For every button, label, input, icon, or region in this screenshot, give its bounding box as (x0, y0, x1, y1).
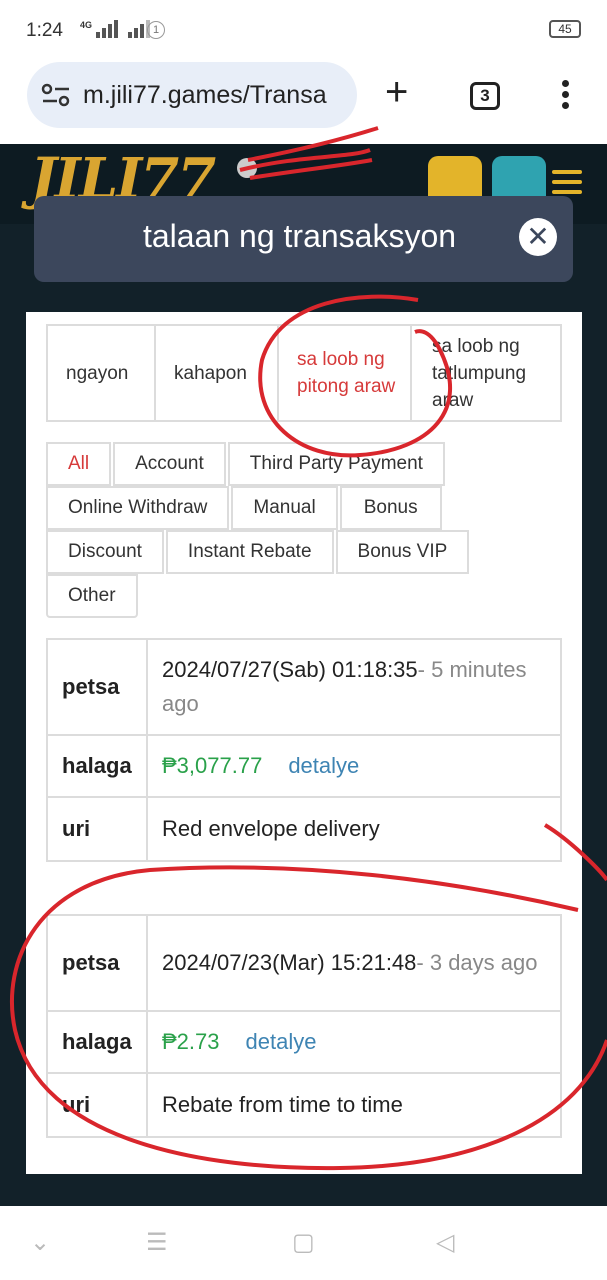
date-label: petsa (48, 640, 148, 734)
transaction-record: petsa 2024/07/23(Mar) 15:21:48- 3 days a… (46, 914, 562, 1138)
amount-label: halaga (48, 736, 148, 796)
detail-link[interactable]: detalye (288, 749, 359, 783)
clock: 1:24 (26, 20, 63, 41)
modal-title: talaan ng transaksyon (142, 218, 457, 254)
relative-time: - 3 days ago (416, 950, 538, 975)
type-label: uri (48, 798, 148, 860)
filter-third-party-payment[interactable]: Third Party Payment (227, 442, 445, 486)
status-bar: 1:24 4G 1 45 (0, 0, 607, 62)
recents-icon[interactable]: ☰ (146, 1228, 168, 1257)
tab-today[interactable]: ngayon (48, 326, 156, 420)
back-icon[interactable]: ◁ (436, 1228, 454, 1257)
filter-bonus[interactable]: Bonus (339, 486, 442, 530)
tab-seven-days[interactable]: sa loob ng pitong araw (279, 326, 412, 420)
filter-instant-rebate[interactable]: Instant Rebate (165, 530, 334, 574)
new-tab-icon[interactable]: + (385, 72, 408, 112)
amount-label: halaga (48, 1012, 148, 1072)
user-icon (237, 158, 257, 178)
close-button[interactable]: ✕ (519, 218, 557, 256)
menu-icon[interactable] (562, 80, 570, 113)
tab-switcher-button[interactable]: 3 (470, 82, 500, 110)
filter-online-withdraw[interactable]: Online Withdraw (46, 486, 230, 530)
address-bar[interactable]: m.jili77.games/Transa (27, 62, 357, 128)
amount-value: ₱2.73 (162, 1029, 220, 1054)
url-text: m.jili77.games/Transa (83, 80, 327, 109)
filter-all[interactable]: All (46, 442, 112, 486)
signal-icon: 4G (80, 20, 151, 38)
battery-icon: 45 (549, 20, 581, 38)
date-range-tabs: ngayon kahapon sa loob ng pitong araw sa… (46, 324, 562, 422)
filter-bonus-vip[interactable]: Bonus VIP (335, 530, 470, 574)
type-label: uri (48, 1074, 148, 1136)
type-value: Red envelope delivery (162, 816, 380, 841)
filter-other[interactable]: Other (46, 574, 138, 618)
notification-count: 1 (147, 21, 165, 39)
date-label: petsa (48, 916, 148, 1010)
modal-header: talaan ng transaksyon ✕ (34, 196, 573, 282)
tab-thirty-days[interactable]: sa loob ng tatlumpung araw (412, 326, 560, 420)
transaction-record: petsa 2024/07/27(Sab) 01:18:35- 5 minute… (46, 638, 562, 862)
filter-account[interactable]: Account (113, 442, 226, 486)
date-value: 2024/07/23(Mar) 15:21:48- 3 days ago (162, 950, 538, 975)
detail-link[interactable]: detalye (246, 1025, 317, 1059)
type-filters: All Account Third Party Payment Online W… (46, 442, 566, 618)
date-value: 2024/07/27(Sab) 01:18:35- 5 minutes ago (162, 657, 527, 716)
system-nav-bar: ⌄ ☰ ▢ ◁ (0, 1206, 607, 1280)
transaction-panel: ngayon kahapon sa loob ng pitong araw sa… (26, 312, 582, 1174)
filter-manual[interactable]: Manual (231, 486, 338, 530)
home-icon[interactable]: ▢ (292, 1228, 315, 1257)
chevron-down-icon[interactable]: ⌄ (30, 1228, 50, 1257)
filter-discount[interactable]: Discount (46, 530, 164, 574)
browser-toolbar: m.jili77.games/Transa + 3 (0, 62, 607, 144)
site-settings-icon[interactable] (41, 83, 71, 107)
type-value: Rebate from time to time (162, 1092, 403, 1117)
tab-yesterday[interactable]: kahapon (156, 326, 279, 420)
amount-value: ₱3,077.77 (162, 753, 263, 778)
